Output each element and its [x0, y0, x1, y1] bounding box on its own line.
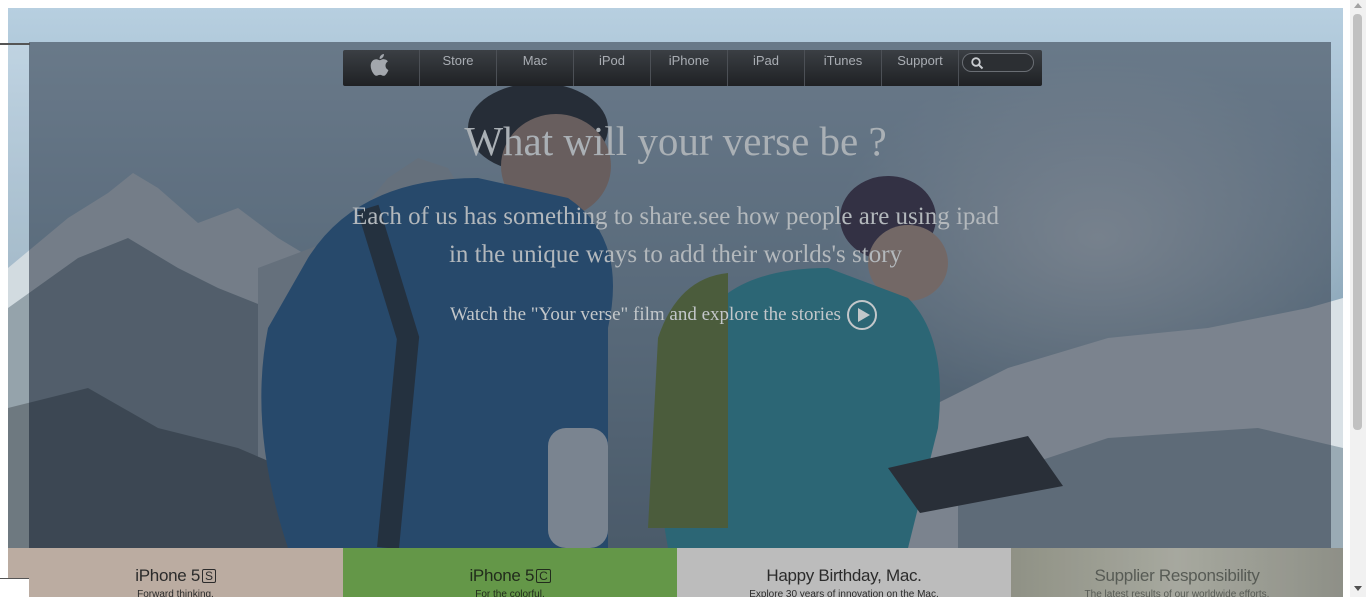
edge-line: [0, 578, 29, 579]
global-nav: Store Mac iPod iPhone iPad iTunes Suppor…: [343, 50, 1042, 86]
scrollbar-thumb[interactable]: [1353, 14, 1362, 430]
hero-headline: What will your verse be ?: [464, 118, 887, 164]
tiles-shade: [8, 548, 1343, 597]
scroll-up-icon[interactable]: [1354, 3, 1362, 8]
watch-film-link[interactable]: Watch the "Your verse" film and explore …: [450, 300, 878, 330]
scroll-down-icon[interactable]: [1354, 586, 1362, 591]
search-icon: [971, 57, 984, 70]
nav-ipad[interactable]: iPad: [728, 50, 805, 86]
hero-subtitle: Each of us has something to share.see ho…: [351, 203, 1000, 268]
nav-ipod[interactable]: iPod: [574, 50, 651, 86]
edge-line: [0, 43, 30, 45]
nav-mac[interactable]: Mac: [497, 50, 574, 86]
nav-apple[interactable]: [343, 50, 420, 86]
vertical-scrollbar[interactable]: [1350, 0, 1366, 597]
nav-store[interactable]: Store: [420, 50, 497, 86]
watch-film-label: Watch the "Your verse" film and explore …: [450, 304, 841, 325]
bottom-left-gap: [0, 578, 29, 597]
play-circle-icon[interactable]: [846, 299, 878, 331]
nav-iphone[interactable]: iPhone: [651, 50, 728, 86]
search-input[interactable]: [962, 53, 1034, 72]
apple-logo-icon: [370, 54, 389, 76]
nav-itunes[interactable]: iTunes: [805, 50, 882, 86]
nav-support[interactable]: Support: [882, 50, 959, 86]
